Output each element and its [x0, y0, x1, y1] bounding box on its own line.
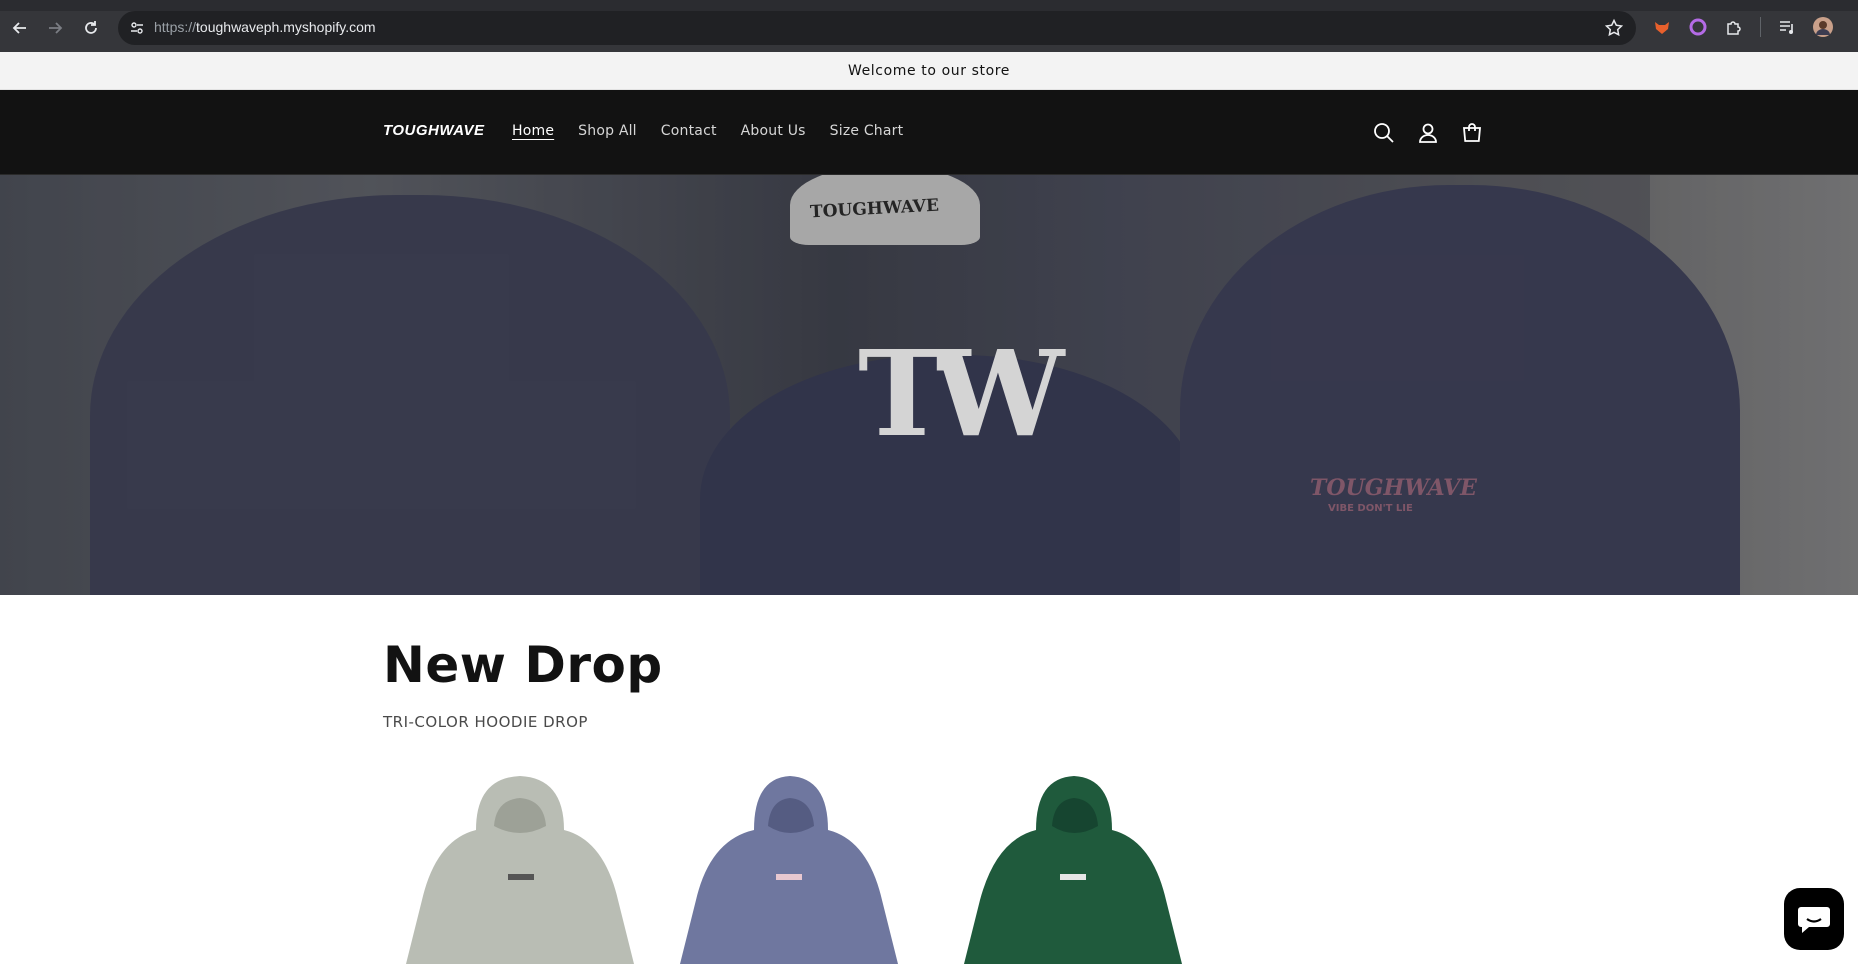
site-info-icon[interactable]	[128, 19, 146, 37]
url-host: toughwaveph.myshopify.com	[196, 19, 376, 35]
hoodie-image	[406, 776, 634, 964]
extension-fox-icon[interactable]	[1651, 16, 1673, 38]
browser-chrome: https://toughwaveph.myshopify.com	[0, 0, 1858, 52]
hoodie-print	[1060, 874, 1086, 880]
media-controls-icon[interactable]	[1776, 16, 1798, 38]
menu-item-about-us[interactable]: About Us	[741, 123, 806, 139]
url-scheme: https://	[154, 19, 197, 35]
hoodie-print	[776, 874, 802, 880]
forward-arrow-icon	[49, 22, 63, 34]
profile-avatar-icon[interactable]	[1812, 16, 1834, 38]
product-card-sage[interactable]	[390, 770, 650, 964]
back-button[interactable]	[8, 16, 32, 40]
reload-button[interactable]	[79, 16, 103, 40]
menu-item-home[interactable]: Home	[512, 123, 554, 139]
toolbar-separator	[1760, 17, 1761, 37]
product-card-blue[interactable]	[668, 770, 928, 964]
extensions-puzzle-icon[interactable]	[1723, 16, 1745, 38]
hero-banner: TOUGHWAVE TOUGHWAVE VIBE DON'T LIE TW	[0, 175, 1858, 595]
menu-item-shop-all[interactable]: Shop All	[578, 123, 637, 139]
extension-ring-icon[interactable]	[1687, 16, 1709, 38]
collection-subtitle: TRI-COLOR HOODIE DROP	[383, 713, 588, 731]
chat-widget-button[interactable]	[1784, 888, 1844, 950]
account-icon[interactable]	[1415, 120, 1441, 146]
main-menu: Home Shop All Contact About Us Size Char…	[512, 123, 903, 139]
announcement-text: Welcome to our store	[847, 62, 1011, 79]
reload-icon	[85, 21, 97, 34]
hoodie-print	[508, 874, 534, 880]
site-header: TOUGHWAVE Home Shop All Contact About Us…	[0, 90, 1858, 175]
store-logo[interactable]: TOUGHWAVE	[383, 122, 484, 139]
menu-item-size-chart[interactable]: Size Chart	[830, 123, 904, 139]
hoodie-image	[680, 776, 898, 964]
url-text[interactable]: https://toughwaveph.myshopify.com	[154, 19, 376, 35]
address-bar[interactable]: https://toughwaveph.myshopify.com	[118, 11, 1636, 45]
tab-strip	[0, 0, 1858, 11]
hero-logo-mark: TW	[858, 324, 1064, 463]
bookmark-star-icon[interactable]	[1604, 18, 1624, 38]
hoodie-image	[964, 776, 1182, 964]
search-icon[interactable]	[1371, 120, 1397, 146]
announcement-bar: Welcome to our store	[0, 52, 1858, 90]
menu-item-contact[interactable]: Contact	[661, 123, 717, 139]
cart-icon[interactable]	[1459, 120, 1485, 146]
chat-bubble-icon	[1798, 907, 1830, 933]
product-card-green[interactable]	[946, 770, 1206, 964]
back-arrow-icon	[12, 22, 26, 34]
collection-title: New Drop	[383, 636, 663, 694]
forward-button[interactable]	[43, 16, 67, 40]
